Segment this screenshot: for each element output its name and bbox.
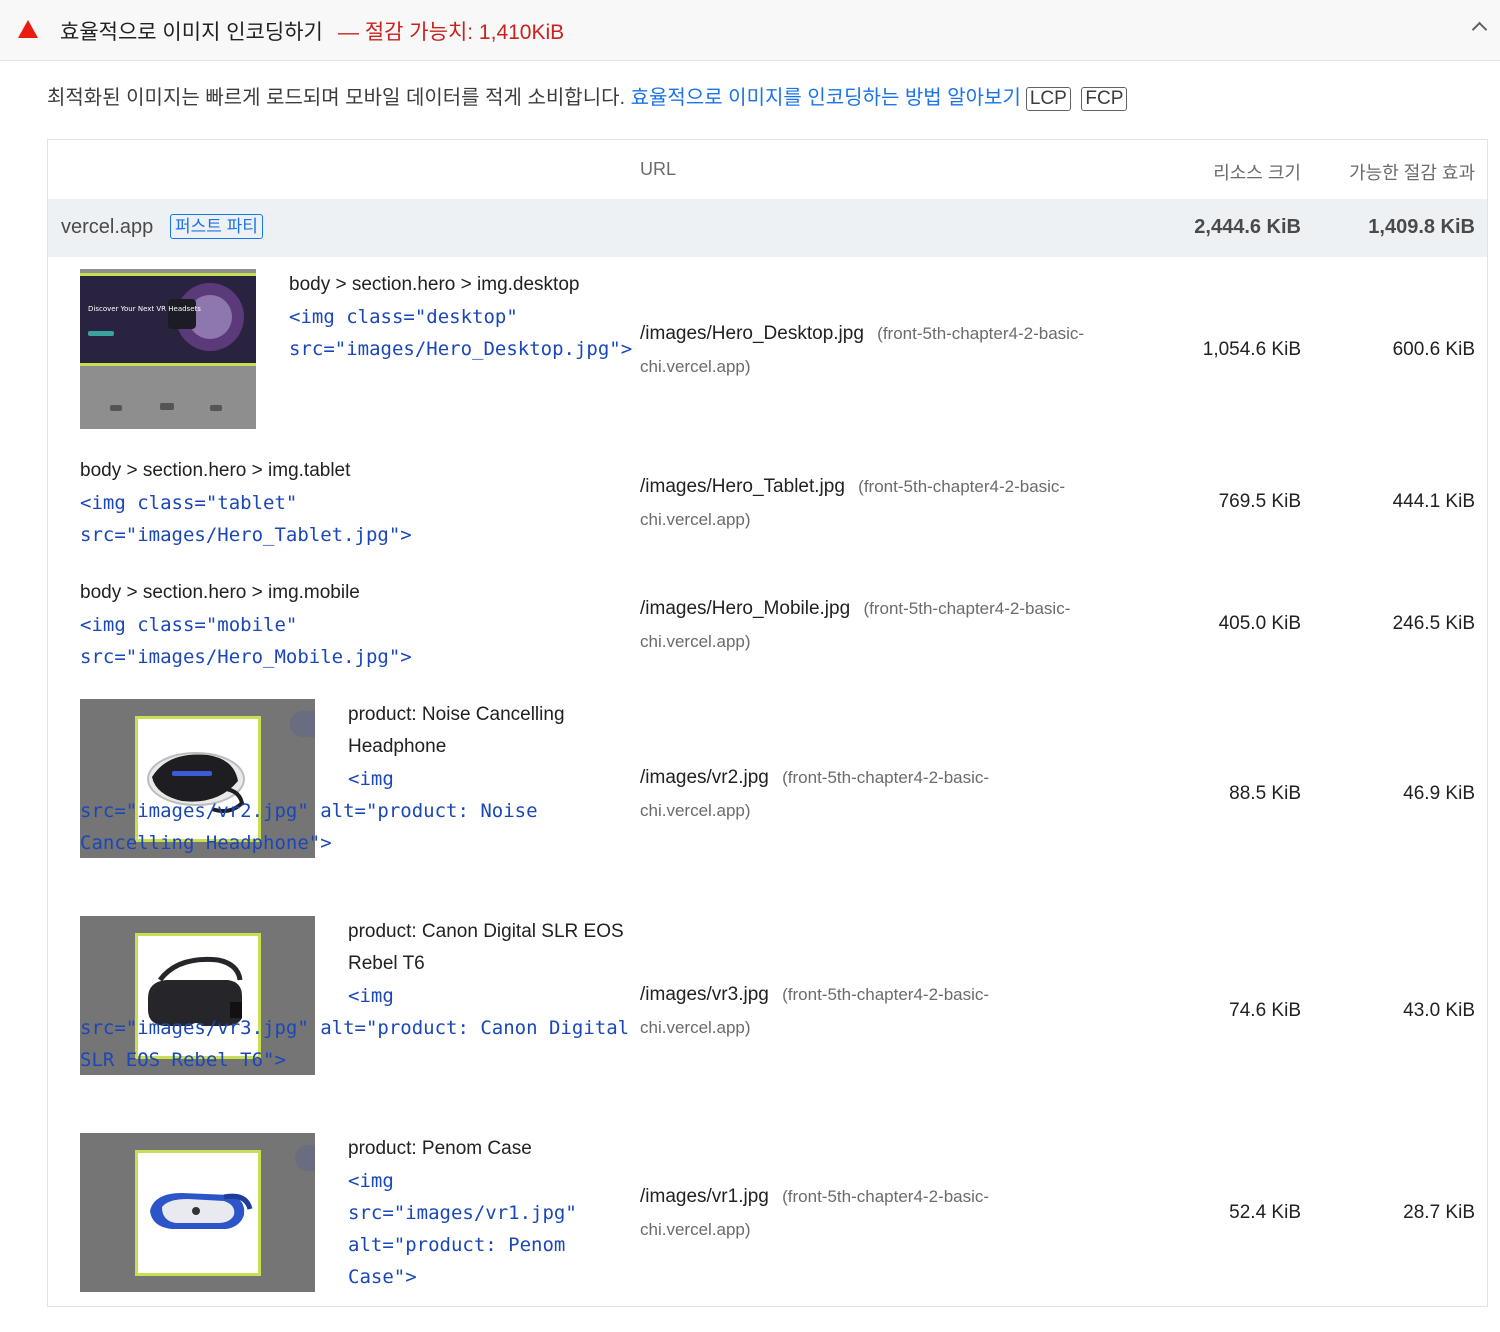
potential-savings: 46.9 KiB [1403, 783, 1475, 804]
potential-savings: 28.7 KiB [1403, 1202, 1475, 1223]
group-savings: 1,409.8 KiB [1368, 216, 1475, 238]
url-path: /images/vr1.jpg [640, 1186, 769, 1207]
resource-size: 74.6 KiB [1229, 1000, 1301, 1021]
node-snippet: <img src="images/vr3.jpg" alt="product: … [80, 985, 630, 1071]
learn-more-link[interactable]: 효율적으로 이미지를 인코딩하는 방법 알아보기 [631, 87, 1021, 109]
resource-url[interactable]: /images/vr3.jpg (front-5th-chapter4-2-ba… [640, 978, 1060, 1044]
node-snippet: <img class="mobile" src="images/Hero_Mob… [80, 614, 412, 668]
hero-desktop-preview: Discover Your Next VR Headsets [80, 269, 256, 429]
description-text: 최적화된 이미지는 빠르게 로드되며 모바일 데이터를 적게 소비합니다. [47, 87, 626, 109]
node-description: body > section.hero > img.desktop <img c… [289, 269, 633, 365]
entity-name: vercel.app [61, 216, 154, 238]
column-header-potential-savings: 가능한 절감 효과 [1349, 163, 1475, 183]
metric-tag-fcp: FCP [1081, 87, 1128, 111]
column-header-url: URL [640, 159, 677, 179]
potential-savings: 43.0 KiB [1403, 1000, 1475, 1021]
node-snippet: <img class="desktop" src="images/Hero_De… [289, 306, 633, 360]
node-description: body > section.hero > img.tablet <img cl… [80, 455, 440, 551]
url-path: /images/Hero_Mobile.jpg [640, 598, 851, 619]
resource-size: 769.5 KiB [1218, 491, 1301, 512]
hero-thumb-caption: Discover Your Next VR Headsets [88, 305, 201, 313]
audit-header[interactable]: 효율적으로 이미지 인코딩하기 — 절감 가능치: 1,410KiB [0, 0, 1500, 61]
potential-savings: 600.6 KiB [1392, 339, 1475, 360]
audit-savings: — 절감 가능치: 1,410KiB [338, 21, 565, 44]
node-selector: product: Canon Digital SLR EOS Rebel T6 [348, 921, 624, 974]
element-screenshot-thumbnail: Discover Your Next VR Headsets [80, 269, 256, 429]
group-resource-size: 2,444.6 KiB [1194, 216, 1301, 238]
potential-savings: 246.5 KiB [1392, 613, 1475, 634]
node-description: product: Penom Case <img src="images/vr1… [80, 1133, 630, 1293]
resource-url[interactable]: /images/Hero_Desktop.jpg (front-5th-chap… [640, 317, 1100, 383]
resource-url[interactable]: /images/Hero_Mobile.jpg (front-5th-chapt… [640, 592, 1130, 658]
url-path: /images/Hero_Desktop.jpg [640, 323, 864, 344]
resource-url[interactable]: /images/vr2.jpg (front-5th-chapter4-2-ba… [640, 761, 1060, 827]
table-row[interactable]: body > section.hero > img.mobile <img cl… [48, 565, 1487, 699]
node-selector: body > section.hero > img.desktop [289, 274, 580, 295]
details-table: URL 리소스 크기 가능한 절감 효과 vercel.app 퍼스트 파티 2… [47, 139, 1488, 1307]
node-snippet: <img src="images/vr1.jpg" alt="product: … [348, 1170, 577, 1288]
entity-group-row: vercel.app 퍼스트 파티 2,444.6 KiB 1,409.8 Ki… [48, 199, 1487, 257]
table-row[interactable]: Discover Your Next VR Headsets body > se… [48, 257, 1487, 443]
resource-size: 1,054.6 KiB [1202, 339, 1301, 360]
node-description: product: Canon Digital SLR EOS Rebel T6 … [80, 916, 630, 1076]
audit-title: 효율적으로 이미지 인코딩하기 [60, 21, 323, 44]
url-path: /images/vr3.jpg [640, 984, 769, 1005]
metric-tag-lcp: LCP [1025, 87, 1071, 111]
resource-size: 88.5 KiB [1229, 783, 1301, 804]
first-party-badge: 퍼스트 파티 [170, 214, 263, 239]
node-snippet: <img src="images/vr2.jpg" alt="product: … [80, 768, 538, 854]
potential-savings: 444.1 KiB [1392, 491, 1475, 512]
chevron-up-icon[interactable] [1471, 21, 1488, 38]
warning-triangle-icon [18, 20, 38, 38]
node-selector: body > section.hero > img.mobile [80, 582, 360, 603]
resource-url[interactable]: /images/vr1.jpg (front-5th-chapter4-2-ba… [640, 1180, 1060, 1246]
table-row[interactable]: product: Penom Case <img src="images/vr1… [48, 1133, 1487, 1306]
node-selector: body > section.hero > img.tablet [80, 460, 351, 481]
table-row[interactable]: product: Noise Cancelling Headphone <img… [48, 699, 1487, 916]
column-header-resource-size: 리소스 크기 [1213, 163, 1301, 183]
resource-url[interactable]: /images/Hero_Tablet.jpg (front-5th-chapt… [640, 470, 1120, 536]
audit-description: 최적화된 이미지는 빠르게 로드되며 모바일 데이터를 적게 소비합니다. 효율… [47, 81, 1128, 111]
resource-size: 405.0 KiB [1218, 613, 1301, 634]
url-path: /images/Hero_Tablet.jpg [640, 476, 845, 497]
url-path: /images/vr2.jpg [640, 767, 769, 788]
node-snippet: <img class="tablet" src="images/Hero_Tab… [80, 492, 412, 546]
table-row[interactable]: product: Canon Digital SLR EOS Rebel T6 … [48, 916, 1487, 1133]
node-description: product: Noise Cancelling Headphone <img… [80, 699, 630, 859]
table-row[interactable]: body > section.hero > img.tablet <img cl… [48, 443, 1487, 565]
node-selector: product: Penom Case [348, 1138, 532, 1159]
resource-size: 52.4 KiB [1229, 1202, 1301, 1223]
node-selector: product: Noise Cancelling Headphone [348, 704, 565, 757]
node-description: body > section.hero > img.mobile <img cl… [80, 577, 440, 673]
